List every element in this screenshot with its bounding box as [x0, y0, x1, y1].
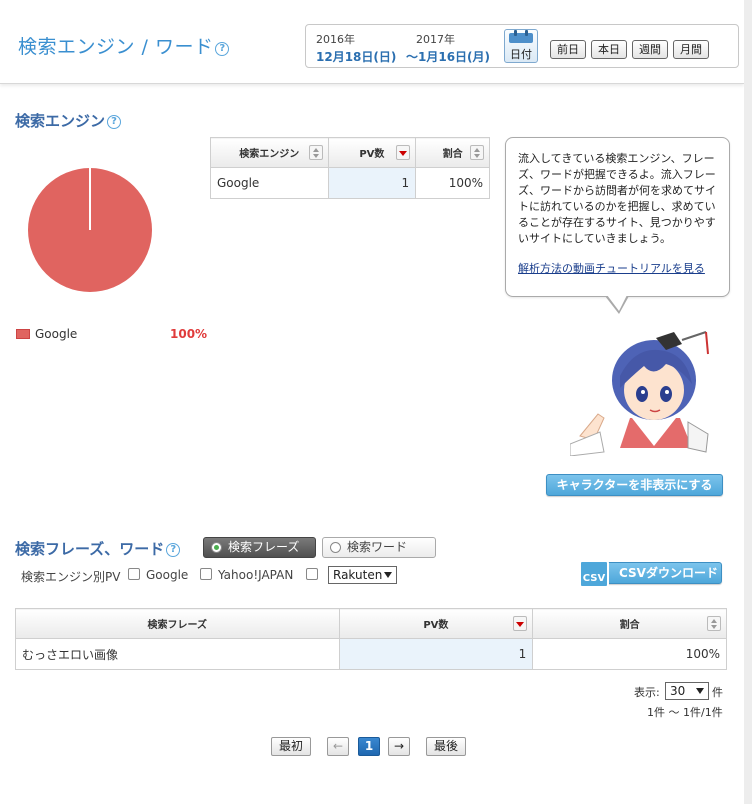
- sort-desc-icon[interactable]: [513, 616, 528, 631]
- col-ratio-label: 割合: [619, 620, 640, 631]
- prev-day-button[interactable]: 前日: [550, 40, 586, 59]
- vertical-scrollbar[interactable]: [744, 0, 752, 804]
- table-row: むっさエロい画像 1 100%: [15, 638, 727, 670]
- legend-swatch: [16, 329, 30, 339]
- sort-desc-icon[interactable]: [396, 145, 411, 160]
- assistant-character-image: [570, 331, 709, 456]
- phrase-toggle-label: 検索フレーズ: [228, 540, 300, 554]
- phrase-toggle[interactable]: 検索フレーズ: [203, 537, 316, 558]
- date-range-box: 2016年 12月18日(日) 2017年 〜1月16日(月) 日付 前日 本日…: [305, 24, 739, 68]
- month-button[interactable]: 月間: [673, 40, 709, 59]
- csv-download-label: CSVダウンロード: [619, 566, 718, 580]
- col-engine-label: 検索エンジン: [239, 149, 300, 160]
- word-toggle[interactable]: 検索ワード: [322, 537, 436, 558]
- extra-engine-checkbox[interactable]: [306, 568, 318, 580]
- pager-last-button[interactable]: 最後: [426, 737, 466, 756]
- csv-file-icon: CSV: [579, 560, 609, 588]
- col-pv-header[interactable]: PV数: [338, 608, 534, 639]
- page-header: 検索エンジン / ワード? 2016年 12月18日(日) 2017年 〜1月1…: [0, 0, 744, 84]
- csv-download-button[interactable]: CSV CSVダウンロード: [579, 560, 722, 588]
- engine-table: 検索エンジン PV数 割合 Google 1 100%: [210, 137, 490, 199]
- yahoo-checkbox-label[interactable]: Yahoo!JAPAN: [218, 568, 293, 582]
- chevron-down-icon: [384, 572, 392, 578]
- sort-icon[interactable]: [707, 616, 721, 631]
- display-label: 表示:: [634, 686, 660, 699]
- col-engine-header[interactable]: 検索エンジン: [210, 137, 329, 168]
- page-title-text: 検索エンジン / ワード: [18, 36, 214, 58]
- google-checkbox-label[interactable]: Google: [146, 568, 188, 582]
- page: 検索エンジン / ワード? 2016年 12月18日(日) 2017年 〜1月1…: [0, 0, 744, 804]
- start-year: 2016年: [316, 33, 355, 46]
- col-pv-label: PV数: [423, 620, 449, 631]
- pager-next-button[interactable]: →: [388, 737, 410, 756]
- pv-cell: 1: [338, 638, 534, 670]
- legend-label: Google: [35, 327, 78, 341]
- col-pv-label: PV数: [359, 149, 385, 160]
- phrase-cell[interactable]: むっさエロい画像: [15, 638, 340, 670]
- table-header-row: 検索エンジン PV数 割合: [210, 137, 490, 168]
- result-range: 1件 〜 1件/1件: [647, 706, 723, 719]
- google-checkbox[interactable]: [128, 568, 140, 580]
- ratio-cell: 100%: [532, 638, 727, 670]
- yahoo-checkbox[interactable]: [200, 568, 212, 580]
- week-button[interactable]: 週間: [632, 40, 668, 59]
- phrase-table: 検索フレーズ PV数 割合 むっさエロい画像 1 100%: [15, 608, 727, 670]
- ratio-cell: 100%: [415, 167, 490, 199]
- help-icon[interactable]: ?: [215, 42, 230, 56]
- sort-icon[interactable]: [308, 145, 323, 160]
- assistant-message: 流入してきている検索エンジン、フレーズ、ワードが把握できるよ。流入フレーズ、ワー…: [518, 152, 716, 245]
- col-phrase-header[interactable]: 検索フレーズ: [15, 608, 340, 639]
- sort-icon[interactable]: [470, 145, 484, 160]
- calendar-button[interactable]: 日付: [504, 29, 538, 63]
- col-phrase-label: 検索フレーズ: [147, 620, 208, 631]
- calendar-label: 日付: [510, 48, 532, 61]
- bubble-tail-inner: [607, 295, 627, 311]
- assistant-speech-bubble: 流入してきている検索エンジン、フレーズ、ワードが把握できるよ。流入フレーズ、ワー…: [505, 137, 730, 297]
- end-date[interactable]: 〜1月16日(月): [406, 48, 490, 65]
- engine-cell: Google: [210, 167, 329, 199]
- pager-first-button[interactable]: 最初: [271, 737, 311, 756]
- end-year: 2017年: [416, 33, 455, 46]
- col-ratio-header[interactable]: 割合: [532, 608, 727, 639]
- engine-section-title-text: 検索エンジン: [15, 112, 106, 130]
- phrase-section-title-text: 検索フレーズ、ワード: [15, 540, 165, 558]
- engine-select-value: Rakuten: [333, 568, 383, 582]
- chevron-down-icon: [696, 688, 704, 694]
- help-icon[interactable]: ?: [107, 115, 122, 129]
- engine-pie-chart: [28, 168, 152, 292]
- legend-percent: 100%: [170, 327, 208, 341]
- tutorial-link[interactable]: 解析方法の動画チュートリアルを見る: [518, 261, 717, 277]
- phrase-section-title: 検索フレーズ、ワード?: [15, 538, 181, 559]
- pager-page-current[interactable]: 1: [358, 737, 380, 756]
- pager-prev-button[interactable]: ←: [327, 737, 349, 756]
- col-ratio-label: 割合: [442, 149, 463, 160]
- filter-label: 検索エンジン別PV: [21, 570, 121, 584]
- today-button[interactable]: 本日: [591, 40, 627, 59]
- col-ratio-header[interactable]: 割合: [415, 137, 490, 168]
- hide-character-button[interactable]: キャラクターを非表示にする: [546, 474, 723, 496]
- pv-cell: 1: [327, 167, 417, 199]
- per-page-unit: 件: [712, 686, 723, 699]
- calendar-icon: [509, 30, 533, 43]
- engine-section-title: 検索エンジン?: [15, 110, 122, 131]
- start-date[interactable]: 12月18日(日): [316, 48, 396, 65]
- word-toggle-label: 検索ワード: [347, 540, 408, 554]
- per-page-value: 30: [670, 684, 686, 698]
- table-header-row: 検索フレーズ PV数 割合: [15, 608, 727, 639]
- radio-off-icon: [330, 542, 341, 553]
- engine-select[interactable]: Rakuten: [328, 566, 397, 584]
- radio-on-icon: [211, 542, 222, 553]
- col-pv-header[interactable]: PV数: [327, 137, 417, 168]
- page-title: 検索エンジン / ワード?: [18, 32, 230, 59]
- per-page-select[interactable]: 30: [665, 682, 709, 700]
- table-row: Google 1 100%: [210, 167, 490, 199]
- help-icon[interactable]: ?: [166, 543, 181, 557]
